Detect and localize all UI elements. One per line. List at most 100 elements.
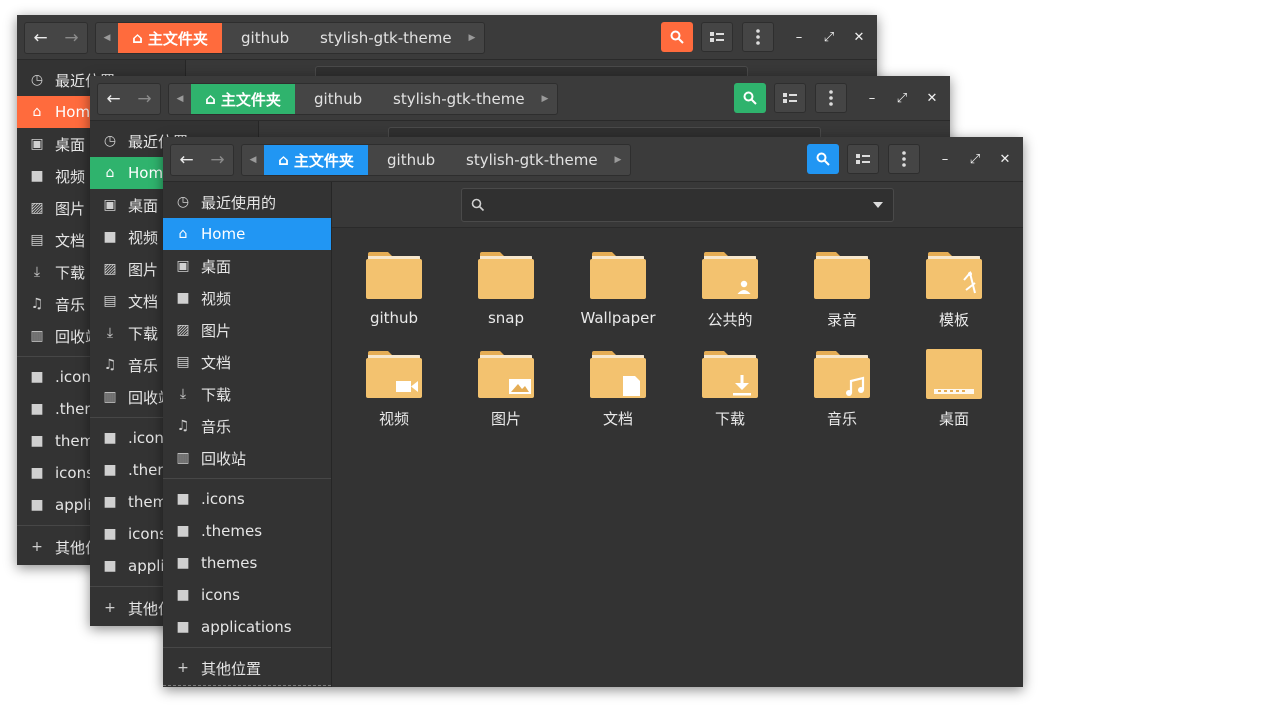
file-item[interactable]: Wallpaper bbox=[568, 242, 668, 332]
search-button[interactable] bbox=[734, 83, 766, 113]
search-button[interactable] bbox=[661, 22, 693, 52]
back-button[interactable]: ← bbox=[98, 84, 129, 114]
breadcrumb-left-arrow-icon[interactable]: ◀ bbox=[96, 23, 118, 53]
maximize-button[interactable]: ⤢ bbox=[819, 27, 839, 47]
sidebar-item-recent[interactable]: ◷ 最近使用的 bbox=[163, 186, 331, 218]
breadcrumb-right-arrow-icon[interactable]: ▶ bbox=[534, 84, 556, 114]
minimize-button[interactable]: – bbox=[789, 27, 809, 47]
sidebar-item-documents[interactable]: ▤ 文档 bbox=[163, 346, 331, 378]
menu-button[interactable] bbox=[888, 144, 920, 174]
breadcrumb-left-arrow-icon[interactable]: ◀ bbox=[242, 145, 264, 175]
minimize-button[interactable]: – bbox=[935, 149, 955, 169]
close-button[interactable]: ✕ bbox=[849, 27, 869, 47]
document-folder-icon bbox=[590, 351, 646, 398]
breadcrumb-item[interactable]: github bbox=[314, 84, 362, 114]
file-item[interactable]: 模板 bbox=[904, 242, 1004, 332]
forward-button[interactable]: → bbox=[202, 145, 233, 175]
breadcrumb-item[interactable]: stylish-gtk-theme bbox=[320, 23, 452, 53]
template-folder-icon bbox=[926, 252, 982, 299]
view-toggle-button[interactable] bbox=[847, 144, 879, 174]
sidebar-item-home[interactable]: ⌂ Home bbox=[163, 218, 331, 250]
file-name: snap bbox=[487, 309, 525, 327]
file-manager-window: ← → ◀ ⌂ 主文件夹 github stylish-gtk-theme ▶ … bbox=[163, 137, 1023, 687]
sidebar-bookmark-icons-hidden[interactable]: ■ .icons bbox=[163, 483, 331, 515]
home-icon: ⌂ bbox=[205, 90, 216, 108]
sidebar-item-other-locations[interactable]: + 其他位置 bbox=[163, 652, 331, 684]
menu-button[interactable] bbox=[742, 22, 774, 52]
sidebar-item-downloads[interactable]: ⤓ 下载 bbox=[163, 378, 331, 410]
sidebar-bookmark-applications[interactable]: ■ applications bbox=[163, 611, 331, 643]
file-item[interactable]: 图片 bbox=[456, 341, 556, 431]
file-name: 公共的 bbox=[707, 311, 753, 329]
search-icon bbox=[471, 198, 485, 212]
folder-icon: ■ bbox=[176, 619, 190, 635]
image-icon: ▨ bbox=[30, 200, 44, 216]
sidebar-item-desktop[interactable]: ▣ 桌面 bbox=[163, 250, 331, 282]
sidebar-item-videos[interactable]: ■ 视频 bbox=[163, 282, 331, 314]
minimize-button[interactable]: – bbox=[862, 88, 882, 108]
folder-icon bbox=[366, 252, 422, 299]
search-input[interactable] bbox=[461, 188, 894, 222]
forward-button[interactable]: → bbox=[129, 84, 160, 114]
sidebar-item-pictures[interactable]: ▨ 图片 bbox=[163, 314, 331, 346]
view-toggle-button[interactable] bbox=[701, 22, 733, 52]
file-item[interactable]: 文档 bbox=[568, 341, 668, 431]
home-icon: ⌂ bbox=[105, 165, 115, 181]
dropdown-arrow-icon[interactable] bbox=[873, 202, 883, 208]
music-icon: ♫ bbox=[103, 357, 117, 373]
folder-icon: ■ bbox=[30, 465, 44, 481]
file-name: github bbox=[369, 309, 419, 327]
video-icon: ■ bbox=[30, 168, 44, 184]
back-button[interactable]: ← bbox=[25, 23, 56, 53]
folder-icon bbox=[590, 252, 646, 299]
file-item[interactable]: 视频 bbox=[344, 341, 444, 431]
breadcrumb-item[interactable]: github bbox=[241, 23, 289, 53]
sidebar-bookmark-themes-hidden[interactable]: ■ .themes bbox=[163, 515, 331, 547]
breadcrumb-right-arrow-icon[interactable]: ▶ bbox=[607, 145, 629, 175]
breadcrumb-item-github[interactable]: github bbox=[387, 145, 435, 175]
maximize-icon: ⤢ bbox=[896, 90, 908, 106]
image-icon: ▨ bbox=[176, 322, 190, 338]
back-button[interactable]: ← bbox=[171, 145, 202, 175]
breadcrumb-home[interactable]: ⌂ 主文件夹 bbox=[191, 84, 295, 114]
file-name: 桌面 bbox=[938, 410, 969, 428]
file-item[interactable]: 桌面 bbox=[904, 341, 1004, 431]
breadcrumb-left-arrow-icon[interactable]: ◀ bbox=[169, 84, 191, 114]
trash-icon: ▥ bbox=[30, 328, 44, 344]
breadcrumb-item[interactable]: stylish-gtk-theme bbox=[393, 84, 525, 114]
file-item[interactable]: 公共的 bbox=[680, 242, 780, 332]
close-button[interactable]: ✕ bbox=[922, 88, 942, 108]
breadcrumb: ◀ ⌂ 主文件夹 github stylish-gtk-theme ▶ bbox=[241, 144, 631, 176]
trash-icon: ▥ bbox=[176, 450, 190, 466]
sidebar-item-music[interactable]: ♫ 音乐 bbox=[163, 410, 331, 442]
home-icon: ⌂ bbox=[132, 29, 143, 47]
breadcrumb-home[interactable]: ⌂ 主文件夹 bbox=[264, 145, 368, 175]
home-icon: ⌂ bbox=[178, 226, 188, 242]
sidebar-bookmark-themes[interactable]: ■ themes bbox=[163, 547, 331, 579]
close-icon: ✕ bbox=[853, 29, 865, 45]
close-icon: ✕ bbox=[926, 90, 938, 106]
file-name: 模板 bbox=[938, 311, 969, 329]
maximize-button[interactable]: ⤢ bbox=[965, 149, 985, 169]
file-item[interactable]: 下载 bbox=[680, 341, 780, 431]
maximize-button[interactable]: ⤢ bbox=[892, 88, 912, 108]
breadcrumb: ◀ ⌂ 主文件夹 github stylish-gtk-theme ▶ bbox=[168, 83, 558, 115]
file-item[interactable]: snap bbox=[456, 242, 556, 332]
file-item[interactable]: 音乐 bbox=[792, 341, 892, 431]
breadcrumb: ◀ ⌂ 主文件夹 github stylish-gtk-theme ▶ bbox=[95, 22, 485, 54]
sidebar-bookmark-icons[interactable]: ■ icons bbox=[163, 579, 331, 611]
file-item[interactable]: 录音 bbox=[792, 242, 892, 332]
menu-button[interactable] bbox=[815, 83, 847, 113]
close-button[interactable]: ✕ bbox=[995, 149, 1015, 169]
view-toggle-button[interactable] bbox=[774, 83, 806, 113]
breadcrumb-item-stylish-gtk-theme[interactable]: stylish-gtk-theme bbox=[466, 145, 598, 175]
trash-icon: ▥ bbox=[103, 389, 117, 405]
folder-icon: ■ bbox=[103, 430, 117, 446]
sidebar-item-trash[interactable]: ▥ 回收站 bbox=[163, 442, 331, 474]
forward-button[interactable]: → bbox=[56, 23, 87, 53]
search-button[interactable] bbox=[807, 144, 839, 174]
file-item[interactable]: github bbox=[344, 242, 444, 332]
music-icon: ♫ bbox=[30, 296, 44, 312]
breadcrumb-home[interactable]: ⌂ 主文件夹 bbox=[118, 23, 222, 53]
breadcrumb-right-arrow-icon[interactable]: ▶ bbox=[461, 23, 483, 53]
